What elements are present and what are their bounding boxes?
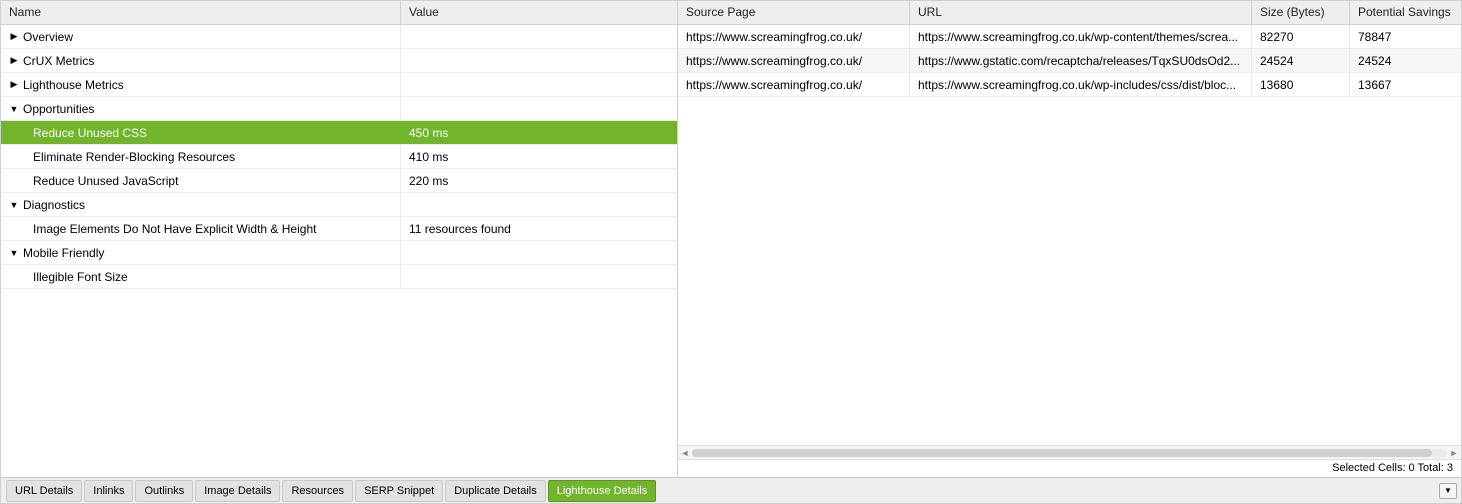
cell-source-page: https://www.screamingfrog.co.uk/ (678, 49, 910, 72)
tree-group[interactable]: ▼ Diagnostics (1, 193, 677, 217)
data-header-row: Source Page URL Size (Bytes) Potential S… (678, 1, 1461, 25)
tree-item[interactable]: Image Elements Do Not Have Explicit Widt… (1, 217, 677, 241)
tab-outlinks[interactable]: Outlinks (135, 480, 193, 502)
tree-header-name[interactable]: Name (1, 1, 401, 24)
cell-source-page: https://www.screamingfrog.co.uk/ (678, 73, 910, 96)
cell-url: https://www.gstatic.com/recaptcha/releas… (910, 49, 1252, 72)
tree-item[interactable]: Reduce Unused CSS 450 ms (1, 121, 677, 145)
tree-body[interactable]: ▶ Overview ▶ CrUX Metrics ▶ Lighthouse Metric… (1, 25, 677, 477)
table-row[interactable]: https://www.screamingfrog.co.uk/https://… (678, 25, 1461, 49)
tree-item-label: Illegible Font Size (9, 270, 128, 284)
disclosure-open-icon[interactable]: ▼ (9, 200, 19, 210)
tree-item-label: Image Elements Do Not Have Explicit Widt… (9, 222, 316, 236)
status-bar: Selected Cells: 0 Total: 3 (678, 459, 1461, 477)
tree-item-value (401, 193, 677, 216)
cell-url: https://www.screamingfrog.co.uk/wp-inclu… (910, 73, 1252, 96)
tree-item[interactable]: Eliminate Render-Blocking Resources 410 m… (1, 145, 677, 169)
tree-group-label: CrUX Metrics (23, 54, 94, 68)
data-header-size[interactable]: Size (Bytes) (1252, 1, 1350, 24)
tree-item-label: Eliminate Render-Blocking Resources (9, 150, 235, 164)
tab-inlinks[interactable]: Inlinks (84, 480, 133, 502)
cell-potential: 78847 (1350, 25, 1461, 48)
tree-item-value: 220 ms (401, 169, 677, 192)
tree-item-value (401, 265, 677, 288)
tab-overflow-button[interactable]: ▼ (1439, 483, 1457, 499)
table-row[interactable]: https://www.screamingfrog.co.uk/https://… (678, 73, 1461, 97)
tree-item-value (401, 97, 677, 120)
tree-item-value: 450 ms (401, 121, 677, 144)
tree-item-value (401, 241, 677, 264)
main-split: Name Value ▶ Overview ▶ CrUX Metrics ▶ Lighth… (1, 1, 1461, 477)
horizontal-scrollbar[interactable]: ◄ ► (678, 445, 1461, 459)
scroll-track[interactable] (692, 449, 1447, 457)
tab-resources[interactable]: Resources (282, 480, 353, 502)
tree-group[interactable]: ▼ Mobile Friendly (1, 241, 677, 265)
data-panel: Source Page URL Size (Bytes) Potential S… (678, 1, 1461, 477)
cell-url: https://www.screamingfrog.co.uk/wp-conte… (910, 25, 1252, 48)
tree-item-label: Reduce Unused CSS (9, 126, 147, 140)
cell-size: 24524 (1252, 49, 1350, 72)
cell-size: 82270 (1252, 25, 1350, 48)
tab-lighthouse-details[interactable]: Lighthouse Details (548, 480, 657, 502)
tree-header-value[interactable]: Value (401, 1, 677, 24)
tree-item-value (401, 73, 677, 96)
data-header-url[interactable]: URL (910, 1, 1252, 24)
tree-item-value: 11 resources found (401, 217, 677, 240)
tree-item-value: 410 ms (401, 145, 677, 168)
data-header-source-page[interactable]: Source Page (678, 1, 910, 24)
cell-source-page: https://www.screamingfrog.co.uk/ (678, 25, 910, 48)
table-row[interactable]: https://www.screamingfrog.co.uk/https://… (678, 49, 1461, 73)
tree-item[interactable]: Illegible Font Size (1, 265, 677, 289)
scroll-thumb[interactable] (692, 449, 1432, 457)
tab-strip: URL DetailsInlinksOutlinksImage DetailsR… (1, 477, 1461, 503)
tree-item-value (401, 49, 677, 72)
data-body[interactable]: https://www.screamingfrog.co.uk/https://… (678, 25, 1461, 445)
tree-group-label: Overview (23, 30, 73, 44)
tree-group-label: Mobile Friendly (23, 246, 104, 260)
tab-url-details[interactable]: URL Details (6, 480, 82, 502)
cell-potential: 13667 (1350, 73, 1461, 96)
tree-item-label: Reduce Unused JavaScript (9, 174, 178, 188)
tab-serp-snippet[interactable]: SERP Snippet (355, 480, 443, 502)
cell-size: 13680 (1252, 73, 1350, 96)
disclosure-closed-icon[interactable]: ▶ (9, 31, 19, 42)
tree-group[interactable]: ▶ Overview (1, 25, 677, 49)
cell-potential: 24524 (1350, 49, 1461, 72)
tab-duplicate-details[interactable]: Duplicate Details (445, 480, 546, 502)
tree-panel: Name Value ▶ Overview ▶ CrUX Metrics ▶ Lighth… (1, 1, 678, 477)
tree-group[interactable]: ▼ Opportunities (1, 97, 677, 121)
tree-group[interactable]: ▶ Lighthouse Metrics (1, 73, 677, 97)
tree-group-label: Opportunities (23, 102, 94, 116)
tree-group-label: Lighthouse Metrics (23, 78, 124, 92)
scroll-right-icon[interactable]: ► (1449, 448, 1459, 458)
chevron-down-icon: ▼ (1444, 486, 1452, 495)
disclosure-open-icon[interactable]: ▼ (9, 248, 19, 258)
tab-image-details[interactable]: Image Details (195, 480, 280, 502)
disclosure-closed-icon[interactable]: ▶ (9, 55, 19, 66)
tree-item-value (401, 25, 677, 48)
disclosure-open-icon[interactable]: ▼ (9, 104, 19, 114)
tree-group-label: Diagnostics (23, 198, 85, 212)
data-header-potential[interactable]: Potential Savings (1350, 1, 1461, 24)
tree-group[interactable]: ▶ CrUX Metrics (1, 49, 677, 73)
disclosure-closed-icon[interactable]: ▶ (9, 79, 19, 90)
scroll-left-icon[interactable]: ◄ (680, 448, 690, 458)
tree-header-row: Name Value (1, 1, 677, 25)
tree-item[interactable]: Reduce Unused JavaScript 220 ms (1, 169, 677, 193)
